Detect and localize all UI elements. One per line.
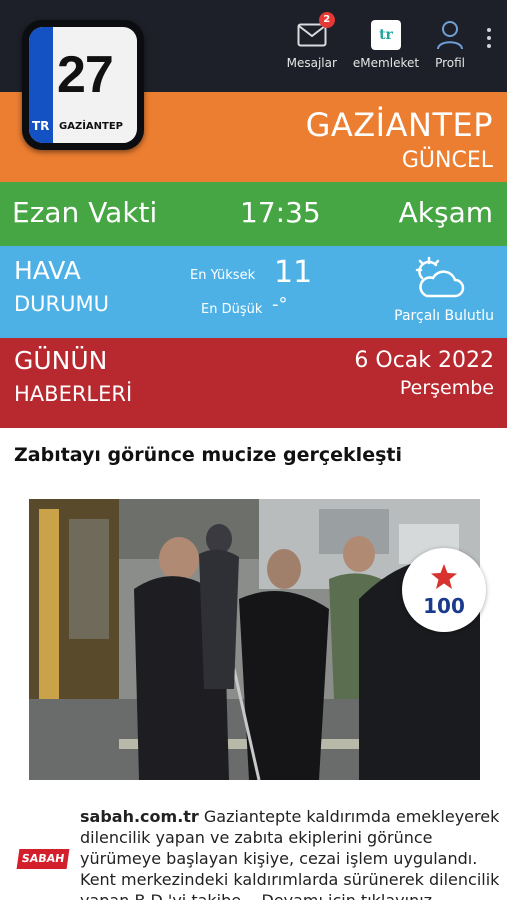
plate-city: GAZİANTEP: [59, 121, 124, 132]
prayer-time: 17:35: [240, 196, 321, 229]
news-day: Perşembe: [399, 377, 494, 399]
messages-label: Mesajlar: [286, 56, 337, 70]
mail-icon: 2: [297, 12, 335, 52]
profile-button[interactable]: Profil: [435, 18, 465, 70]
messages-badge: 2: [318, 12, 335, 28]
plate-logo[interactable]: TR 27 GAZİANTEP: [22, 20, 144, 150]
score-badge[interactable]: 100: [402, 548, 486, 632]
star-icon: [431, 564, 457, 589]
city-title: GAZİANTEP: [305, 106, 493, 144]
city-subtitle: GÜNCEL: [401, 148, 493, 173]
prayer-name: Akşam: [398, 196, 493, 229]
top-nav: 2 Mesajlar tr eMemleket Profil: [271, 12, 507, 70]
news-date: 6 Ocak 2022: [354, 348, 494, 373]
more-menu-icon[interactable]: [471, 18, 507, 58]
article-headline[interactable]: Zabıtayı görünce mucize gerçekleşti: [14, 444, 402, 466]
ememleket-logo-icon: tr: [370, 20, 401, 50]
weather-title-line2: DURUMU: [14, 292, 109, 316]
score-value: 100: [423, 594, 465, 618]
prayer-time-band[interactable]: Ezan Vakti 17:35 Akşam: [0, 182, 507, 246]
user-icon: [436, 18, 464, 52]
article-summary[interactable]: sabah.com.tr Gaziantepte kaldırımda emek…: [80, 806, 500, 900]
article-photo[interactable]: [29, 499, 480, 780]
news-header-band[interactable]: GÜNÜN HABERLERİ 6 Ocak 2022 Perşembe: [0, 338, 507, 428]
partly-cloudy-icon: [415, 256, 465, 298]
high-temp-label: En Yüksek: [190, 268, 256, 283]
low-temp-label: En Düşük: [201, 302, 263, 317]
weather-title-line1: HAVA: [14, 256, 81, 285]
prayer-label: Ezan Vakti: [12, 196, 158, 229]
low-temp-value: -°: [272, 294, 288, 315]
ememleket-button[interactable]: tr eMemleket: [353, 18, 419, 70]
plate-country: TR: [32, 119, 50, 133]
source-logo: SABAH: [16, 849, 70, 869]
plate-number: 27: [57, 46, 114, 104]
news-title-line2: HABERLERİ: [14, 382, 133, 406]
profile-label: Profil: [435, 56, 465, 70]
weather-condition: Parçalı Bulutlu: [394, 308, 494, 324]
high-temp-value: 11: [274, 255, 313, 290]
messages-button[interactable]: 2 Mesajlar: [286, 12, 337, 70]
ememleket-label: eMemleket: [352, 56, 420, 70]
article-photo-illustration: [29, 499, 480, 780]
weather-band[interactable]: HAVA DURUMU En Yüksek 11 En Düşük -° Par…: [0, 246, 507, 338]
news-feed[interactable]: Zabıtayı görünce mucize gerçekleşti 100 …: [0, 428, 507, 900]
article-source: sabah.com.tr: [80, 807, 199, 826]
news-title-line1: GÜNÜN: [14, 346, 108, 375]
